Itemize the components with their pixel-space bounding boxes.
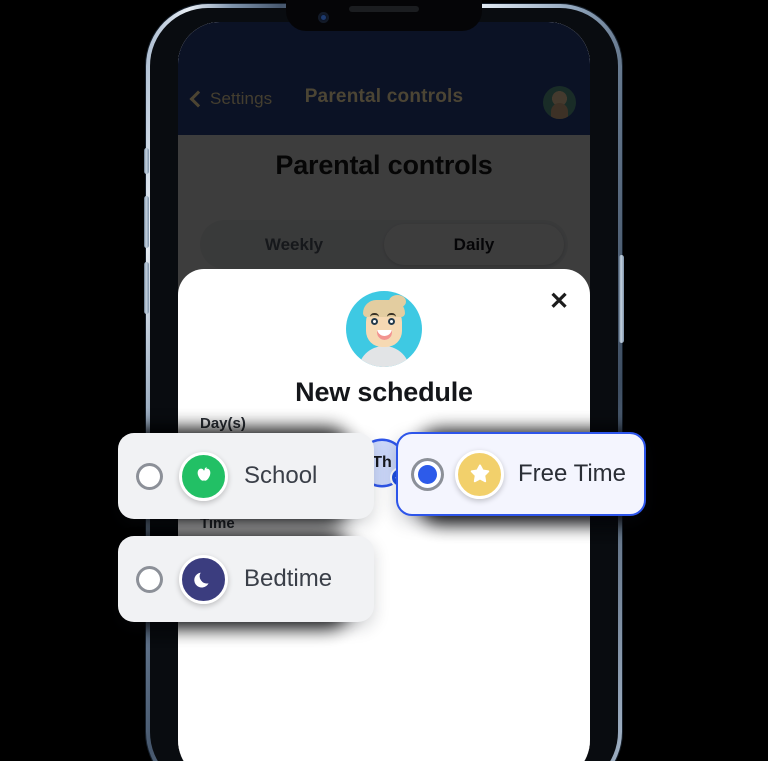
bedtime-option-label: Bedtime	[244, 565, 333, 592]
phone-notch	[286, 0, 482, 31]
moon-icon	[179, 554, 228, 604]
day-chip-th-label: Th	[372, 454, 392, 471]
star-icon	[455, 449, 504, 499]
power-button[interactable]	[619, 255, 624, 343]
schedule-type-option-school[interactable]: School	[118, 433, 374, 519]
sheet-title: New schedule	[295, 377, 473, 407]
schedule-type-option-bedtime[interactable]: Bedtime	[118, 536, 374, 622]
free-time-option-label: Free Time	[518, 460, 627, 487]
school-option-label: School	[244, 462, 318, 489]
volume-up-button[interactable]	[144, 196, 149, 248]
nav-dim-overlay	[178, 22, 590, 135]
volume-down-button[interactable]	[144, 262, 149, 314]
child-avatar-icon	[346, 291, 422, 367]
screenshot-root: Settings Parental controls Parental cont…	[0, 0, 768, 761]
phone-screen: Settings Parental controls Parental cont…	[178, 22, 590, 761]
silence-switch[interactable]	[144, 148, 149, 174]
radio-free-time[interactable]	[414, 460, 441, 488]
front-camera-icon	[318, 12, 329, 23]
earpiece-speaker	[349, 6, 419, 12]
close-icon[interactable]: ✕	[546, 289, 572, 315]
apple-icon	[179, 451, 228, 501]
radio-bedtime[interactable]	[136, 565, 163, 593]
radio-school[interactable]	[136, 462, 163, 490]
schedule-type-option-free-time[interactable]: Free Time	[396, 432, 646, 516]
